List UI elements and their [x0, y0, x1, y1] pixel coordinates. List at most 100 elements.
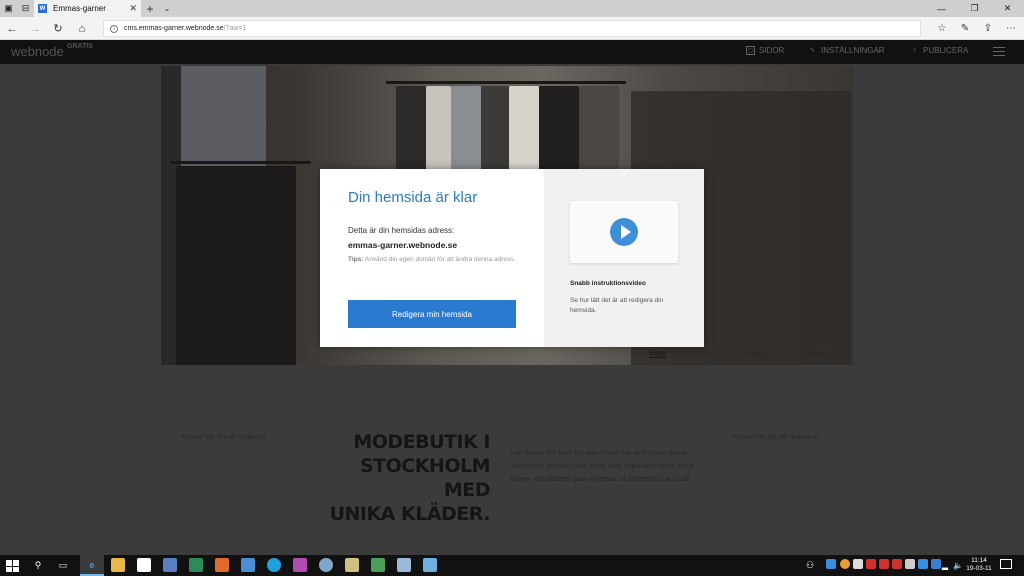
tagline[interactable]: MODEBUTIK I STOCKHOLM MED UNIKA KLÄDER. [318, 430, 491, 526]
modal-main-panel: Din hemsida är klar Detta är din hemsida… [320, 169, 544, 347]
nav-item-kontakt[interactable]: Kontakt [800, 349, 827, 358]
app-icon[interactable] [319, 558, 333, 572]
left-text-block[interactable]: Klicka här för att redigera. [182, 430, 272, 444]
task-view-icon[interactable]: ▭ [56, 558, 70, 572]
site-info-icon[interactable]: i [110, 24, 118, 33]
publish-button[interactable]: ⇧ PUBLICERA [910, 46, 968, 55]
video-description: Se hur lätt det är att redigera din hems… [570, 297, 664, 314]
hero-window [181, 66, 266, 176]
tagline-line: UNIKA KLÄDER. [329, 503, 491, 525]
tab-title: Emmas-garner [53, 4, 106, 13]
tab-favicon-icon: W [38, 4, 47, 13]
tab-manager-icon[interactable]: ▣ [0, 0, 17, 17]
tray-icon[interactable] [840, 559, 850, 569]
back-icon[interactable]: ← [2, 20, 22, 37]
taskbar-clock[interactable]: 11:14 19-03-11 [960, 557, 998, 573]
tab-preview-chevron-icon[interactable]: ⌄ [159, 4, 175, 13]
modal-video-panel: Snabb instruktionsvideo Se hur lätt det … [544, 169, 704, 347]
cloud-icon[interactable] [853, 559, 863, 569]
app-icon[interactable] [241, 558, 255, 572]
windows-taskbar: ⚲ ▭ e ⚇ ▂ 🔈 11:14 19-03-11 [0, 555, 1024, 576]
body-text[interactable]: Här börjar din text. Du kan klicka här o… [511, 446, 716, 485]
pages-icon: ▢ [746, 46, 755, 55]
app-icon[interactable] [345, 558, 359, 572]
video-title: Snabb instruktionsvideo [570, 280, 646, 287]
tray-icon[interactable] [826, 559, 836, 569]
new-tab-icon[interactable]: + [141, 2, 159, 16]
modal-lead-text: Detta är din hemsidas adress: [348, 226, 455, 235]
excel-icon[interactable] [189, 558, 203, 572]
forward-icon[interactable]: → [25, 20, 45, 37]
right-text-block[interactable]: Klicka här för att redigera. [733, 430, 823, 444]
app-icon[interactable] [371, 558, 385, 572]
mail-icon[interactable] [137, 558, 151, 572]
home-icon[interactable]: ⌂ [72, 20, 92, 37]
edge-icon[interactable]: e [85, 558, 99, 572]
start-icon[interactable] [4, 558, 20, 574]
tray-icon[interactable] [918, 559, 928, 569]
minimize-icon[interactable]: — [925, 0, 958, 17]
window-controls: — ❐ ✕ [925, 0, 1024, 17]
network-icon[interactable]: ▂ [940, 558, 950, 572]
nav-item-hem[interactable]: Hem [649, 349, 666, 358]
tagline-line: MODEBUTIK I [353, 431, 490, 453]
address-toolbar: ← → ↻ ⌂ i cms.emmas-garner.webnode.se/?a… [0, 17, 1024, 40]
app-icon[interactable] [215, 558, 229, 572]
notification-icon[interactable] [1000, 559, 1012, 569]
site-address: emmas-garner.webnode.se [348, 240, 458, 250]
more-icon[interactable]: ⋯ [1001, 20, 1021, 37]
refresh-icon[interactable]: ↻ [48, 20, 68, 37]
nav-item-butiken[interactable]: Butiken [740, 349, 767, 358]
wrench-icon: ✎ [809, 48, 816, 54]
tray-icon[interactable] [866, 559, 876, 569]
edit-site-button[interactable]: Redigera min hemsida [348, 300, 516, 328]
garment [176, 166, 296, 365]
modal-tip: Tips: Använd din egen domän för att ändr… [348, 255, 518, 265]
clock-time: 11:14 [971, 557, 987, 564]
video-thumbnail[interactable] [570, 201, 678, 263]
pen-icon[interactable]: ✎ [955, 20, 975, 37]
url-main: cms.emmas-garner.webnode.se [124, 25, 224, 32]
skype-icon[interactable] [267, 558, 281, 572]
app-icon[interactable] [163, 558, 177, 572]
close-tab-icon[interactable]: ✕ [129, 3, 137, 14]
file-explorer-icon[interactable] [111, 558, 125, 572]
settings-button[interactable]: ✎ INSTÄLLNINGAR [808, 46, 885, 55]
clock-date: 19-03-11 [966, 565, 992, 572]
tip-label: Tips: [348, 256, 364, 263]
pages-label: SIDOR [759, 46, 785, 55]
tray-icon[interactable] [905, 559, 915, 569]
search-icon[interactable]: ⚲ [31, 558, 45, 572]
webnode-editor-bar: webnode GRATIS ▢ SIDOR ✎ INSTÄLLNINGAR ⇧ PU… [0, 40, 1024, 64]
close-window-icon[interactable]: ✕ [991, 0, 1024, 17]
browser-tab[interactable]: W Emmas-garner ✕ [34, 0, 141, 17]
browser-tab-bar: ▣ ⊟ W Emmas-garner ✕ + ⌄ — ❐ ✕ [0, 0, 1024, 17]
url-query: /?aw=1 [223, 25, 247, 32]
site-name[interactable]: a&b Modebutik [182, 347, 262, 361]
app-icon[interactable] [293, 558, 307, 572]
tip-text: Använd din egen domän för att ändra denn… [364, 256, 516, 263]
pages-button[interactable]: ▢ SIDOR [746, 46, 784, 55]
welcome-modal: Din hemsida är klar Detta är din hemsida… [320, 169, 704, 347]
people-icon[interactable]: ⚇ [805, 558, 815, 572]
app-icon[interactable] [397, 558, 411, 572]
clothes-rail [171, 161, 311, 164]
restore-icon[interactable]: ❐ [958, 0, 991, 17]
share-icon[interactable]: ⇪ [978, 20, 998, 37]
settings-label: INSTÄLLNINGAR [821, 46, 885, 55]
app-icon[interactable] [423, 558, 437, 572]
publish-label: PUBLICERA [923, 46, 969, 55]
hamburger-menu-icon[interactable] [993, 47, 1005, 59]
url-field[interactable]: i cms.emmas-garner.webnode.se/?aw=1 [103, 20, 921, 37]
nav-item-om-oss[interactable]: Om oss [689, 349, 717, 358]
tagline-line: STOCKHOLM MED [359, 455, 491, 501]
favorites-icon[interactable]: ☆ [932, 20, 952, 37]
clothes-rail [386, 81, 626, 84]
play-icon[interactable] [610, 218, 638, 246]
tray-icon[interactable] [892, 559, 902, 569]
tray-icon[interactable] [879, 559, 889, 569]
modal-title: Din hemsida är klar [348, 189, 478, 206]
upload-icon: ⇧ [911, 48, 918, 54]
webnode-logo: webnode [11, 44, 64, 59]
set-aside-tabs-icon[interactable]: ⊟ [17, 0, 34, 17]
